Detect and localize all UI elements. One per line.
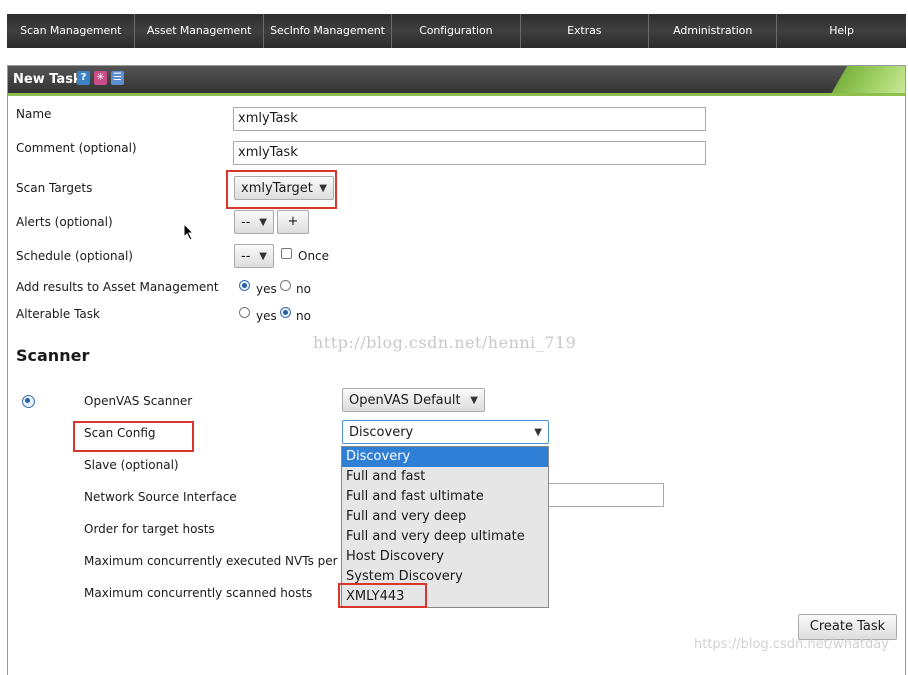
scan-config-dropdown: Discovery Full and fast Full and fast ul… <box>341 446 549 608</box>
alterable-no-radio[interactable] <box>280 307 291 318</box>
scan-targets-label: Scan Targets <box>16 181 93 195</box>
top-navigation: Scan Management Asset Management SecInfo… <box>7 14 906 48</box>
nav-extras[interactable]: Extras <box>521 14 649 48</box>
dropdown-option-system-discovery[interactable]: System Discovery <box>342 567 548 587</box>
dropdown-option-host-discovery[interactable]: Host Discovery <box>342 547 548 567</box>
chevron-down-icon: ▼ <box>259 216 267 228</box>
dropdown-option-full-and-very-deep-ultimate[interactable]: Full and very deep ultimate <box>342 527 548 547</box>
alterable-yes-radio[interactable] <box>239 307 250 318</box>
chevron-down-icon: ▼ <box>319 182 327 194</box>
asset-yes-radio[interactable] <box>239 280 250 291</box>
chevron-down-icon: ▼ <box>259 250 267 262</box>
nav-help[interactable]: Help <box>777 14 905 48</box>
dropdown-option-full-and-fast[interactable]: Full and fast <box>342 467 548 487</box>
dialog-header: New Task ? ✳ ☰ <box>8 66 905 96</box>
scanner-heading: Scanner <box>16 346 90 365</box>
name-input[interactable]: xmlyTask <box>233 107 706 131</box>
cursor-icon <box>183 223 195 241</box>
nav-administration[interactable]: Administration <box>649 14 778 48</box>
nav-secinfo-management[interactable]: SecInfo Management <box>264 14 393 48</box>
dropdown-option-discovery[interactable]: Discovery <box>342 447 548 467</box>
chevron-down-icon: ▼ <box>534 426 542 438</box>
header-accent-line <box>8 93 905 96</box>
asset-management-label: Add results to Asset Management <box>16 280 219 294</box>
asset-yes-label: yes <box>256 282 277 296</box>
alerts-label: Alerts (optional) <box>16 215 113 229</box>
openvas-scanner-select[interactable]: OpenVAS Default ▼ <box>342 388 485 412</box>
slave-label: Slave (optional) <box>84 458 179 472</box>
name-label: Name <box>16 107 52 121</box>
asset-no-label: no <box>296 282 311 296</box>
bottom-watermark: https://blog.csdn.net/whatday <box>694 637 889 652</box>
alterable-no-label: no <box>296 309 311 323</box>
scan-config-label: Scan Config <box>84 426 156 440</box>
openvas-scanner-label: OpenVAS Scanner <box>84 394 193 408</box>
schedule-label: Schedule (optional) <box>16 249 133 263</box>
header-decoration <box>815 66 905 93</box>
max-hosts-label: Maximum concurrently scanned hosts <box>84 586 313 600</box>
scan-targets-value: xmlyTarget <box>241 180 313 196</box>
network-interface-label: Network Source Interface <box>84 490 237 504</box>
scan-config-value: Discovery <box>349 424 414 440</box>
add-alert-button[interactable]: + <box>277 210 309 234</box>
once-checkbox[interactable] <box>281 248 292 259</box>
scan-targets-select[interactable]: xmlyTarget ▼ <box>234 176 334 200</box>
dropdown-option-xmly443[interactable]: XMLY443 <box>342 587 548 607</box>
dropdown-option-full-and-fast-ultimate[interactable]: Full and fast ultimate <box>342 487 548 507</box>
once-label: Once <box>298 249 330 263</box>
scan-config-select[interactable]: Discovery ▼ <box>342 420 549 444</box>
max-nvts-label: Maximum concurrently executed NVTs per h… <box>84 554 368 568</box>
list-icon[interactable]: ☰ <box>111 71 124 85</box>
nav-asset-management[interactable]: Asset Management <box>135 14 264 48</box>
nav-scan-management[interactable]: Scan Management <box>7 14 136 48</box>
watermark: http://blog.csdn.net/henni_719 <box>313 333 577 352</box>
comment-input[interactable]: xmlyTask <box>233 141 706 165</box>
dialog-title: New Task <box>13 72 82 87</box>
chevron-down-icon: ▼ <box>470 394 478 406</box>
openvas-scanner-radio[interactable] <box>22 395 35 408</box>
help-icon[interactable]: ? <box>77 71 90 85</box>
wizard-icon[interactable]: ✳ <box>94 71 107 85</box>
target-order-label: Order for target hosts <box>84 522 215 536</box>
comment-label: Comment (optional) <box>16 141 137 155</box>
openvas-scanner-value: OpenVAS Default <box>349 392 461 408</box>
alerts-select[interactable]: -- ▼ <box>234 210 274 234</box>
alterable-task-label: Alterable Task <box>16 307 100 321</box>
schedule-select[interactable]: -- ▼ <box>234 244 274 268</box>
schedule-value: -- <box>241 248 251 264</box>
alerts-value: -- <box>241 214 251 230</box>
alterable-yes-label: yes <box>256 309 277 323</box>
dropdown-option-full-and-very-deep[interactable]: Full and very deep <box>342 507 548 527</box>
asset-no-radio[interactable] <box>280 280 291 291</box>
nav-configuration[interactable]: Configuration <box>392 14 521 48</box>
